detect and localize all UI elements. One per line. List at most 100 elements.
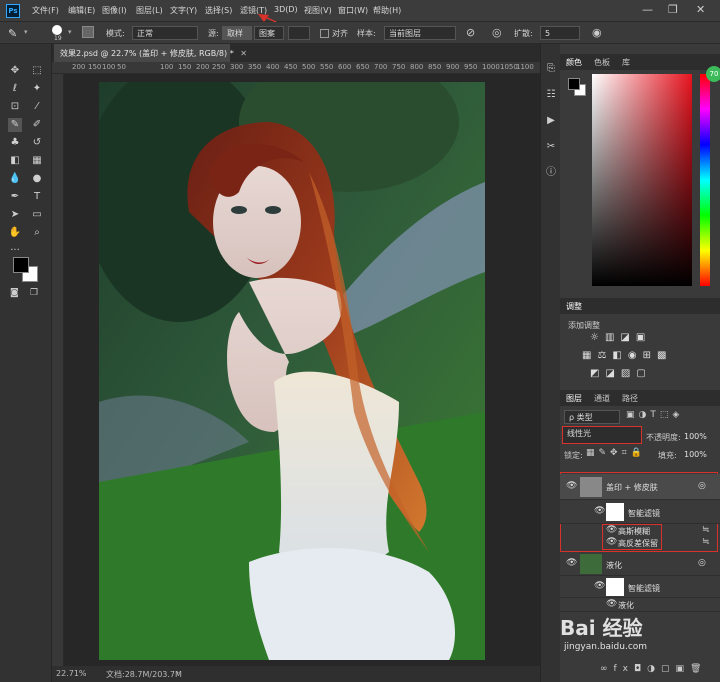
filter-row[interactable]: 👁 液化 [560, 598, 720, 612]
quick-mask-icon[interactable]: ◙ [10, 288, 19, 298]
tab-swatches[interactable]: 色板 [594, 57, 610, 68]
visibility-eye-icon[interactable]: 👁 [566, 558, 577, 568]
layer-filter-icons[interactable]: ▣◑T⬚◈ [626, 410, 683, 420]
type-tool-icon[interactable]: T [30, 190, 44, 204]
magic-wand-tool-icon[interactable]: ✦ [30, 82, 44, 96]
filter-options-icon[interactable]: ≒ [702, 537, 710, 547]
dodge-tool-icon[interactable]: ● [30, 172, 44, 186]
blur-tool-icon[interactable]: 💧 [8, 172, 22, 186]
mode-select[interactable]: 正常 [132, 26, 198, 40]
gradient-tool-icon[interactable]: ▦ [30, 154, 44, 168]
marquee-tool-icon[interactable]: ⬚ [30, 64, 44, 78]
clone-stamp-tool-icon[interactable]: ♣ [8, 136, 22, 150]
color-picker-field[interactable] [592, 74, 692, 286]
tab-color[interactable]: 颜色 [566, 57, 582, 68]
layer-row[interactable]: 👁 智能滤镜 [560, 576, 720, 598]
panel-foreground-swatch[interactable] [568, 78, 580, 90]
restore-button[interactable]: ❐ [668, 3, 678, 16]
minimize-button[interactable]: — [642, 3, 653, 16]
filter-name[interactable]: 高斯模糊 [618, 526, 650, 537]
menu-edit[interactable]: 编辑(E) [68, 5, 95, 16]
crop-tool-icon[interactable]: ⊡ [8, 100, 22, 114]
menu-window[interactable]: 窗口(W) [338, 5, 368, 16]
sample-select[interactable]: 当前图层 [384, 26, 456, 40]
smart-filter-toggle-icon[interactable]: ◎ [698, 481, 706, 491]
menu-layer[interactable]: 图层(L) [136, 5, 163, 16]
opacity-value[interactable]: 100% [684, 432, 707, 441]
screen-mode-icon[interactable]: ❐ [30, 288, 38, 298]
pen-tool-icon[interactable]: ✒ [8, 190, 22, 204]
adjustment-icons-row-1[interactable]: ☼▥◪▣ [590, 332, 651, 343]
more-tools-icon[interactable]: ··· [8, 244, 22, 258]
layer-filter-select[interactable]: ρ 类型 [564, 410, 620, 424]
blend-mode-select[interactable]: 线性光 [562, 426, 642, 444]
layer-name[interactable]: 智能滤镜 [628, 508, 660, 519]
visibility-eye-icon[interactable]: 👁 [606, 599, 617, 609]
layer-row[interactable]: 👁 液化 ◎ [560, 552, 720, 576]
history-brush-tool-icon[interactable]: ↺ [30, 136, 44, 150]
menu-type[interactable]: 文字(Y) [170, 5, 197, 16]
lock-icons[interactable]: ▦✎✥⌗🔒 [586, 448, 646, 458]
adjustment-icons-row-3[interactable]: ◩◪▨▢ [590, 368, 652, 379]
menu-help[interactable]: 帮助(H) [373, 5, 401, 16]
menu-image[interactable]: 图像(I) [102, 5, 127, 16]
eyedropper-tool-icon[interactable]: ⁄ [30, 100, 44, 114]
foreground-color-swatch[interactable] [13, 257, 29, 273]
diffusion-icon[interactable]: ◎ [492, 26, 502, 39]
filter-options-icon[interactable]: ≒ [702, 525, 710, 535]
path-selection-tool-icon[interactable]: ➤ [8, 208, 22, 222]
lasso-tool-icon[interactable]: ℓ [8, 82, 22, 96]
smart-filter-toggle-icon[interactable]: ◎ [698, 558, 706, 568]
align-checkbox[interactable] [320, 29, 329, 38]
layer-name[interactable]: 智能滤镜 [628, 583, 660, 594]
layers-bottom-icons[interactable]: ∞fx◘◑▢▣🗑 [600, 664, 707, 674]
tab-paths[interactable]: 路径 [622, 393, 638, 404]
layer-name[interactable]: 液化 [606, 560, 622, 571]
status-menu-chevron-right-icon[interactable]: › [176, 668, 179, 677]
zoom-level[interactable]: 22.71% [56, 669, 87, 678]
pressure-icon[interactable]: ◉ [592, 26, 602, 39]
tab-adjustments[interactable]: 调整 [566, 301, 582, 312]
ignore-adjustment-layers-icon[interactable]: ⊘ [466, 26, 475, 39]
tool-preset-chevron-down-icon[interactable]: ▾ [24, 28, 28, 36]
brush-tool-icon[interactable]: ✐ [30, 118, 44, 132]
filter-row[interactable]: 👁 高反差保留 ≒ [560, 537, 720, 549]
history-panel-icon[interactable]: ⎘ [544, 62, 558, 76]
actions-panel-icon[interactable]: ▶ [544, 114, 558, 128]
info-panel-icon[interactable]: ⓘ [544, 166, 558, 180]
tab-libraries[interactable]: 库 [622, 57, 630, 68]
hue-slider[interactable] [700, 74, 710, 286]
visibility-eye-icon[interactable]: 👁 [606, 537, 617, 547]
visibility-eye-icon[interactable]: 👁 [594, 506, 605, 516]
brush-settings-icon[interactable] [82, 26, 94, 38]
tab-layers[interactable]: 图层 [566, 393, 582, 404]
move-tool-icon[interactable]: ✥ [8, 64, 22, 78]
fill-value[interactable]: 100% [684, 450, 707, 459]
healing-brush-tool-icon[interactable]: ✎ [8, 118, 22, 132]
visibility-eye-icon[interactable]: 👁 [566, 481, 577, 491]
source-pattern-button[interactable]: 图案 [254, 26, 284, 40]
layer-row[interactable]: 👁 盖印 + 修皮肤 ◎ [560, 474, 720, 500]
menu-file[interactable]: 文件(F) [32, 5, 59, 16]
layer-name[interactable]: 盖印 + 修皮肤 [606, 482, 658, 493]
properties-panel-icon[interactable]: ☷ [544, 88, 558, 102]
document-tab[interactable]: 效果2.psd @ 22.7% (盖印 + 修皮肤, RGB/8) * ✕ [54, 44, 247, 62]
adjustment-icons-row-2[interactable]: ▦⚖◧◉⊞▩ [582, 350, 672, 361]
eraser-tool-icon[interactable]: ◧ [8, 154, 22, 168]
filter-row[interactable]: 👁 高斯模糊 ≒ [560, 525, 720, 537]
hand-tool-icon[interactable]: ✋ [8, 226, 22, 240]
rectangle-tool-icon[interactable]: ▭ [30, 208, 44, 222]
filter-name[interactable]: 液化 [618, 600, 634, 611]
layer-row[interactable]: 👁 智能滤镜 [560, 500, 720, 524]
tab-close-icon[interactable]: ✕ [240, 49, 247, 58]
brush-chevron-down-icon[interactable]: ▾ [68, 28, 72, 36]
visibility-eye-icon[interactable]: 👁 [606, 525, 617, 535]
menu-select[interactable]: 选择(S) [205, 5, 232, 16]
brush-preview-icon[interactable] [52, 25, 62, 35]
source-sample-button[interactable]: 取样 [222, 26, 252, 40]
healing-brush-icon[interactable]: ✎ [8, 27, 17, 40]
spread-select[interactable]: 5 [540, 26, 580, 40]
photoshop-app-icon[interactable]: Ps [6, 4, 20, 18]
notification-badge[interactable]: 70 [706, 66, 720, 82]
tab-channels[interactable]: 通道 [594, 393, 610, 404]
